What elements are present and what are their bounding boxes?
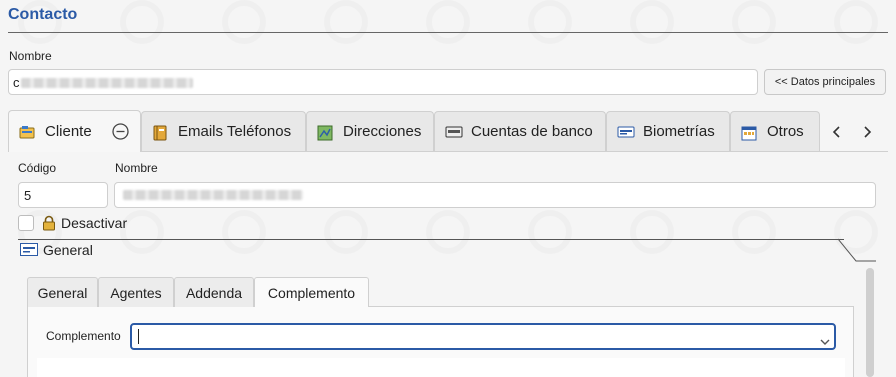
tab-label: Cuentas de banco (471, 123, 593, 140)
lock-icon (42, 215, 56, 236)
tab-strip-border (141, 151, 888, 152)
contact-name-label: Nombre (9, 49, 52, 63)
scroll-tabs-right-icon[interactable] (856, 122, 878, 142)
tab-label: Emails Teléfonos (178, 123, 292, 140)
redacted-name (21, 78, 193, 88)
tab-label: Direcciones (343, 123, 422, 140)
subtab-addenda[interactable]: Addenda (174, 277, 254, 307)
tab-cuentas-banco[interactable]: Cuentas de banco (434, 111, 606, 151)
chevron-down-icon[interactable] (820, 333, 830, 351)
deactivate-checkbox[interactable] (18, 215, 34, 231)
general-section-header[interactable]: General (18, 239, 860, 261)
complemento-select[interactable] (130, 323, 836, 350)
client-name-input[interactable] (114, 182, 876, 208)
close-tab-icon[interactable] (112, 123, 129, 144)
tab-label: Cliente (45, 123, 92, 140)
section-collapse-corner (838, 238, 876, 262)
tab-emails-telefonos[interactable]: Emails Teléfonos (141, 111, 306, 151)
code-label: Código (18, 161, 57, 175)
deactivate-label: Desactivar (61, 215, 128, 231)
tab-label: Biometrías (643, 123, 715, 140)
complemento-content-area (37, 358, 845, 377)
scroll-tabs-left-icon[interactable] (826, 122, 848, 142)
contact-name-value: c (13, 75, 20, 90)
id-card-icon (617, 125, 635, 139)
tab-cliente[interactable]: Cliente (8, 110, 141, 152)
subtab-agentes[interactable]: Agentes (98, 277, 174, 307)
subtab-complemento[interactable]: Complemento (254, 277, 369, 308)
text-cursor (138, 329, 139, 344)
client-card-icon (19, 125, 35, 139)
section-title: General (43, 242, 93, 258)
bank-card-icon (445, 125, 463, 139)
subtab-general[interactable]: General (27, 277, 98, 307)
page-title: Contacto (8, 6, 78, 23)
code-value: 5 (24, 188, 32, 203)
redacted-client-name (123, 190, 303, 200)
tab-biometrias[interactable]: Biometrías (606, 111, 730, 151)
scrollbar-thumb[interactable] (866, 268, 874, 377)
address-book-icon (152, 125, 168, 140)
title-divider (8, 32, 888, 33)
code-input[interactable]: 5 (18, 182, 108, 208)
section-divider (18, 239, 844, 240)
form-icon (20, 243, 38, 261)
tab-label: Otros (767, 123, 804, 140)
contact-name-input[interactable]: c (8, 69, 758, 95)
complemento-label: Complemento (46, 329, 121, 343)
main-data-button[interactable]: << Datos principales (764, 69, 886, 95)
vertical-scrollbar[interactable] (866, 268, 874, 377)
map-icon (317, 125, 333, 140)
tab-otros[interactable]: Otros (730, 111, 820, 151)
tab-direcciones[interactable]: Direcciones (306, 111, 434, 151)
client-name-label: Nombre (115, 161, 158, 175)
calendar-icon (741, 125, 757, 140)
